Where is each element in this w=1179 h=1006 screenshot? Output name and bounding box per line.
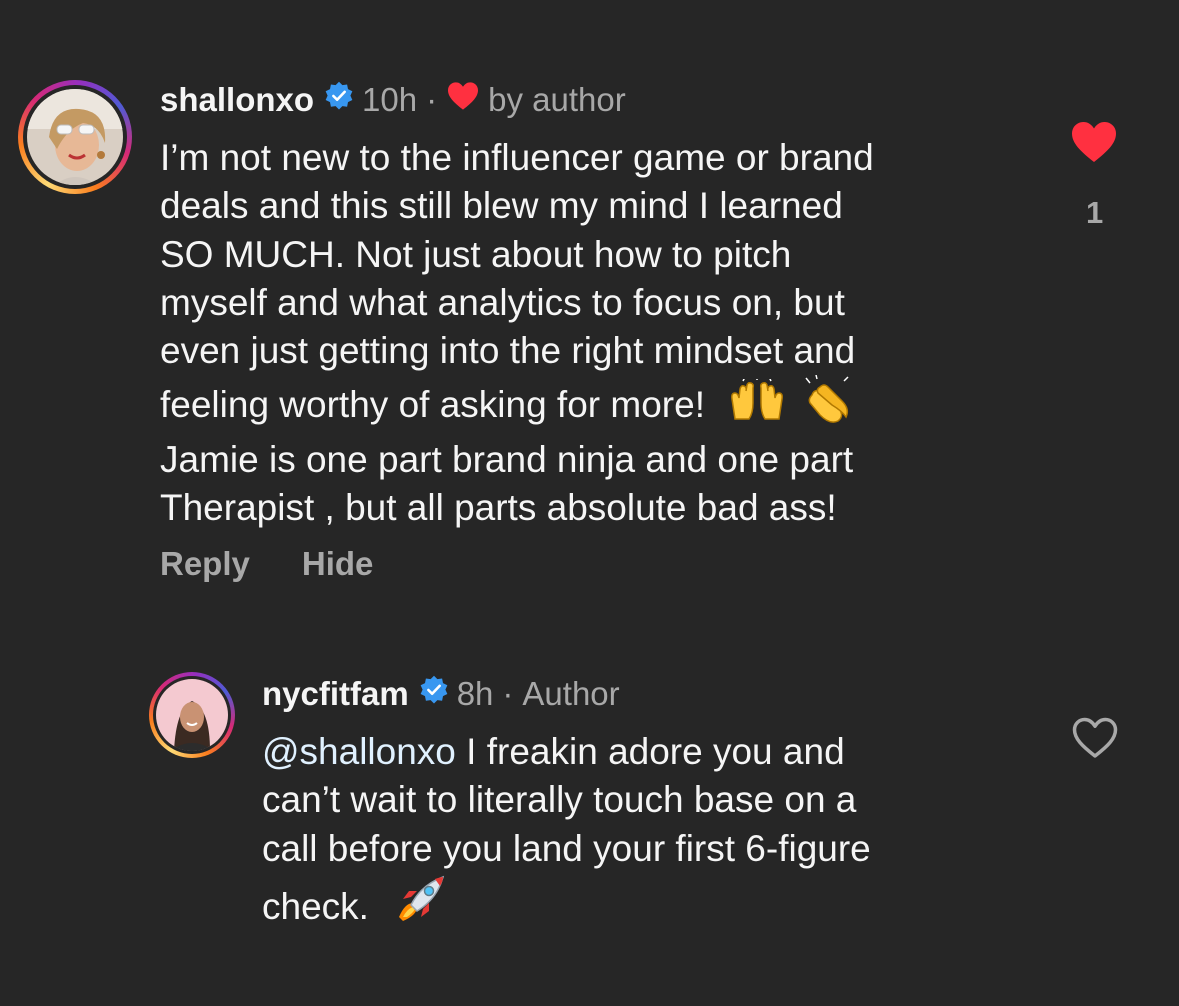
comment-meta: shallonxo 10h · by author (160, 80, 626, 120)
comment-text-line: Therapist , but all parts absolute bad a… (160, 487, 837, 529)
raising-hands-emoji (729, 376, 785, 435)
verified-badge-icon (419, 675, 449, 713)
like-button[interactable] (1070, 120, 1118, 169)
comment-text-line-with-emoji: feeling worthy of asking for more! (160, 375, 1050, 435)
comment-text: @shallonxo I freakin adore you and can’t… (262, 728, 1052, 937)
heart-outline-icon (1072, 717, 1118, 758)
timestamp: 8h (456, 675, 494, 712)
comment-shallonxo: shallonxo 10h · by author I’m not new to… (0, 0, 1179, 600)
liked-by-author-label: by author (488, 81, 626, 118)
comment-text-line: SO MUCH. Not just about how to pitch (160, 233, 792, 275)
comment-nycfitfam: nycfitfam 8h · Author @shallonxo I freak… (0, 600, 1179, 1006)
comment-text-line: I’m not new to the influencer game or br… (160, 137, 874, 178)
separator: · (502, 675, 514, 712)
avatar-photo (156, 679, 228, 751)
hide-button[interactable]: Hide (302, 545, 374, 583)
comment-text-line-with-emoji: check. (262, 873, 1052, 937)
comment-meta: nycfitfam 8h · Author (262, 674, 620, 714)
heart-filled-icon (1072, 122, 1116, 162)
comment-text-fragment: feeling worthy of asking for more! (160, 384, 705, 426)
mention-link[interactable]: @shallonxo (262, 731, 456, 772)
like-button[interactable] (1071, 716, 1119, 765)
like-count[interactable]: 1 (1086, 195, 1103, 231)
heart-by-author-icon (446, 81, 480, 119)
comment-text-line: call before you land your first 6-figure (262, 827, 871, 869)
comment-actions: Reply Hide (160, 545, 425, 583)
username[interactable]: shallonxo (160, 81, 314, 119)
clapping-hands-emoji (802, 375, 854, 435)
avatar-photo (27, 89, 123, 185)
comment-text-line: even just getting into the right mindset… (160, 330, 856, 372)
comment-text-line: deals and this still blew my mind I lear… (160, 185, 843, 227)
comment-text-fragment: I freakin adore you and (455, 731, 845, 772)
reply-button[interactable]: Reply (160, 545, 250, 583)
avatar-nycfitfam[interactable] (149, 672, 235, 758)
separator: · (426, 81, 438, 118)
author-label: Author (522, 675, 620, 712)
rocket-emoji (391, 873, 447, 937)
comment-text: I’m not new to the influencer game or br… (160, 134, 1050, 532)
comment-text-line: can’t wait to literally touch base on a (262, 779, 857, 821)
comment-text-line: @shallonxo I freakin adore you and (262, 728, 1052, 776)
timestamp: 10h (362, 81, 418, 118)
comment-text-fragment: check. (262, 885, 369, 927)
verified-badge-icon (324, 81, 354, 119)
avatar-shallonxo[interactable] (18, 80, 132, 194)
username[interactable]: nycfitfam (262, 675, 409, 713)
comment-text-line: Jamie is one part brand ninja and one pa… (160, 438, 854, 480)
comment-text-line: myself and what analytics to focus on, b… (160, 281, 845, 323)
